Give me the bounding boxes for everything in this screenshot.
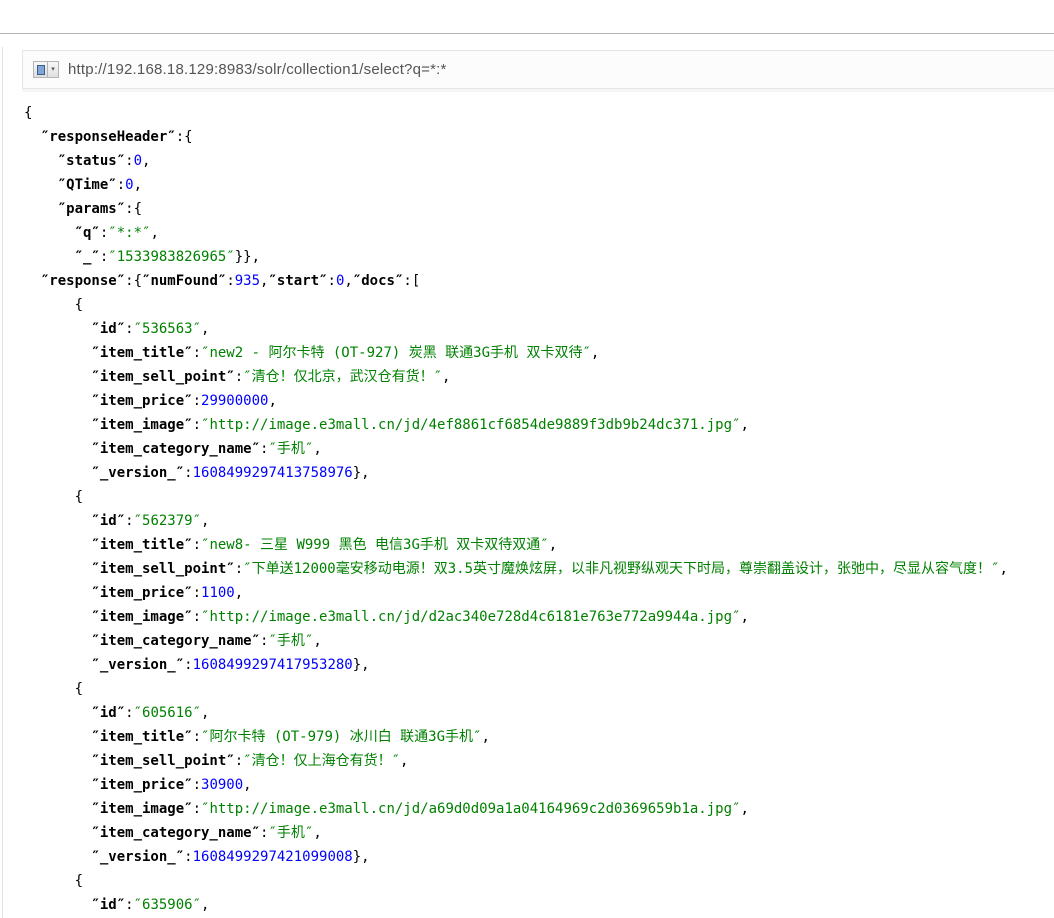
json-line: { xyxy=(24,293,1054,317)
json-line: ″item_title″:″new2 - 阿尔卡特 (OT-927) 炭黑 联通… xyxy=(24,341,1054,365)
json-line: ″responseHeader″:{ xyxy=(24,125,1054,149)
json-line: ″QTime″:0, xyxy=(24,173,1054,197)
json-line: ″item_image″:″http://image.e3mall.cn/jd/… xyxy=(24,797,1054,821)
address-bar[interactable]: ▾ http://192.168.18.129:8983/solr/collec… xyxy=(22,50,1054,89)
viewport-left-border xyxy=(2,47,3,918)
json-line: { xyxy=(24,677,1054,701)
chevron-down-icon[interactable]: ▾ xyxy=(48,61,59,78)
json-line: ″item_category_name″:″手机″, xyxy=(24,437,1054,461)
json-line: { xyxy=(24,101,1054,125)
json-line: ″q″:″*:*″, xyxy=(24,221,1054,245)
page-icon-glyph xyxy=(37,65,45,75)
json-line: { xyxy=(24,869,1054,893)
json-line: ″item_price″:30900, xyxy=(24,773,1054,797)
json-line: ″id″:″536563″, xyxy=(24,317,1054,341)
json-line: ″_″:″1533983826965″}}, xyxy=(24,245,1054,269)
json-line: ″item_title″:″new8- 三星 W999 黑色 电信3G手机 双卡… xyxy=(24,533,1054,557)
json-line: { xyxy=(24,485,1054,509)
json-line: ″_version_″:1608499297413758976}, xyxy=(24,461,1054,485)
json-line: ″item_sell_point″:″下单送12000毫安移动电源！双3.5英寸… xyxy=(24,557,1054,581)
json-line: ″id″:″562379″, xyxy=(24,509,1054,533)
json-line: ″item_sell_point″:″清仓！仅北京，武汉仓有货！″, xyxy=(24,365,1054,389)
browser-chrome-divider xyxy=(0,33,1054,34)
json-line: ″id″:″605616″, xyxy=(24,701,1054,725)
json-line: ″item_image″:″http://image.e3mall.cn/jd/… xyxy=(24,605,1054,629)
json-response: { ″responseHeader″:{ ″status″:0, ″QTime″… xyxy=(24,101,1054,918)
json-line: ″item_category_name″:″手机″, xyxy=(24,629,1054,653)
url-text[interactable]: http://192.168.18.129:8983/solr/collecti… xyxy=(68,61,447,78)
json-line: ″item_sell_point″:″清仓！仅上海仓有货！″, xyxy=(24,749,1054,773)
json-line: ″item_image″:″http://image.e3mall.cn/jd/… xyxy=(24,413,1054,437)
json-line: ″status″:0, xyxy=(24,149,1054,173)
json-line: ″item_price″:1100, xyxy=(24,581,1054,605)
json-line: ″item_category_name″:″手机″, xyxy=(24,821,1054,845)
json-line: ″response″:{″numFound″:935,″start″:0,″do… xyxy=(24,269,1054,293)
json-line: ″item_title″:″阿尔卡特 (OT-979) 冰川白 联通3G手机″, xyxy=(24,725,1054,749)
page-icon xyxy=(33,61,48,78)
json-line: ″_version_″:1608499297417953280}, xyxy=(24,653,1054,677)
json-line: ″_version_″:1608499297421099008}, xyxy=(24,845,1054,869)
address-icon-group: ▾ xyxy=(33,61,59,78)
json-line: ″params″:{ xyxy=(24,197,1054,221)
json-line: ″id″:″635906″, xyxy=(24,893,1054,917)
json-line: ″item_price″:29900000, xyxy=(24,389,1054,413)
